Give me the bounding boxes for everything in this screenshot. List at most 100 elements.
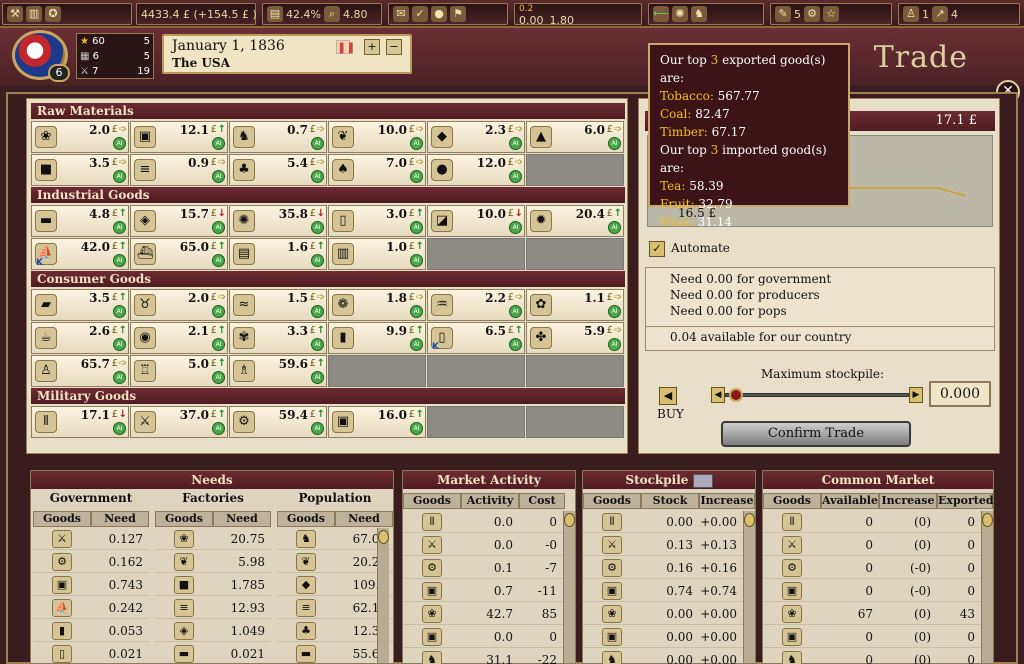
speed-up-button[interactable]: + — [364, 39, 380, 55]
table-row[interactable]: ⚔ 0.0 -0 — [403, 534, 563, 556]
good-cell[interactable]: ⚙ 59.4 £ ↑ AI — [229, 406, 327, 438]
ai-control-icon[interactable]: AI — [410, 254, 423, 267]
ai-control-icon[interactable]: AI — [509, 137, 522, 150]
good-cell[interactable]: ≈1.5 £ ➩ AI — [229, 289, 327, 321]
star-outline-icon[interactable]: ☆ — [823, 6, 839, 22]
table-row[interactable]: ♞ 0.00 +0.00 — [583, 649, 743, 664]
scroll-thumb[interactable] — [378, 530, 389, 544]
stop-icon[interactable]: ● — [431, 6, 447, 22]
politics-icon[interactable]: ✪ — [45, 6, 61, 22]
col-exported[interactable]: Exported — [937, 493, 994, 509]
ai-control-icon[interactable]: AI — [608, 305, 621, 318]
good-cell[interactable]: ✤ 5.9 £ ➩ AI — [526, 322, 624, 354]
good-cell[interactable]: ♖ 5.0 £ ↑ AI — [130, 355, 228, 387]
ai-control-icon[interactable]: AI — [113, 422, 126, 435]
table-row[interactable]: ⚙ 0.1 -7 — [403, 557, 563, 579]
goods-icon[interactable]: ✺ — [672, 6, 688, 22]
ai-control-icon[interactable]: AI — [212, 221, 225, 234]
table-row[interactable]: ❀ 67 (0) 43 — [763, 603, 981, 625]
ai-control-icon[interactable]: AI — [509, 170, 522, 183]
good-cell[interactable]: ◉ 2.1 £ ↑ AI — [130, 322, 228, 354]
check-icon[interactable]: ✓ — [412, 6, 428, 22]
menu-buttons[interactable]: ⚒ ▥ ✪ — [2, 3, 132, 25]
scrollbar[interactable] — [377, 528, 389, 663]
good-cell[interactable]: ✺ 35.8 £ ↓ AI — [229, 205, 327, 237]
table-row[interactable]: ♞ 31.1 -22 — [403, 649, 563, 664]
ai-control-icon[interactable]: AI — [509, 305, 522, 318]
ai-control-icon[interactable]: AI — [608, 137, 621, 150]
good-cell[interactable]: ▯ 3.0 £ ↑ AI — [328, 205, 426, 237]
good-cell[interactable]: ♉ 2.0 £ ➩ AI — [130, 289, 228, 321]
ai-control-icon[interactable]: AI — [212, 371, 225, 384]
scrollbar[interactable] — [563, 511, 575, 663]
automate-checkbox[interactable]: ✓ — [649, 241, 665, 257]
good-cell[interactable]: ⛵ 42.0 £ ↑ AI K — [31, 238, 129, 270]
col-increase[interactable]: Increase — [699, 493, 755, 509]
good-cell[interactable]: ▯ 6.5 £ ↑ AI K — [427, 322, 525, 354]
table-row[interactable]: ◆ 109.2 — [277, 574, 393, 596]
good-cell[interactable]: ⚔ 37.0 £ ↑ AI — [130, 406, 228, 438]
ai-control-icon[interactable]: AI — [509, 338, 522, 351]
table-row[interactable]: ⛵ 0.242 — [33, 597, 149, 619]
table-row[interactable]: ▯ 0.021 — [33, 643, 149, 664]
table-row[interactable]: ❀ 20.75 — [155, 528, 271, 550]
ai-control-icon[interactable]: AI — [311, 137, 324, 150]
speed-down-button[interactable]: − — [386, 39, 402, 55]
ai-control-icon[interactable]: AI — [311, 422, 324, 435]
good-cell[interactable]: ♣ 5.4 £ ➩ AI — [229, 154, 327, 186]
ai-control-icon[interactable]: AI — [410, 305, 423, 318]
table-row[interactable]: ▣ 0.0 0 — [403, 626, 563, 648]
ai-control-icon[interactable]: AI — [212, 137, 225, 150]
table-row[interactable]: ⚔ 0 (0) 0 — [763, 534, 981, 556]
good-cell[interactable]: ▲ 6.0 £ ➩ AI — [526, 121, 624, 153]
production-icon[interactable]: ⚒ — [7, 6, 23, 22]
col-stock[interactable]: Stock — [641, 493, 699, 509]
slider-left-arrow-icon[interactable]: ◀ — [711, 387, 725, 403]
col-goods[interactable]: Goods — [33, 511, 91, 527]
ai-control-icon[interactable]: AI — [113, 221, 126, 234]
good-cell[interactable]: ◪ 10.0 £ ↓ AI — [427, 205, 525, 237]
col-cost[interactable]: Cost — [519, 493, 565, 509]
col-goods[interactable]: Goods — [277, 511, 335, 527]
table-row[interactable]: ♣ 12.39 — [277, 620, 393, 642]
good-cell[interactable]: ✾ 3.3 £ ↑ AI — [229, 322, 327, 354]
good-cell[interactable]: ▥ 1.0 £ ↑ AI — [328, 238, 426, 270]
ai-control-icon[interactable]: AI — [311, 221, 324, 234]
good-cell[interactable]: ♠ 7.0 £ ➩ AI — [328, 154, 426, 186]
slider-track[interactable] — [725, 393, 909, 397]
table-row[interactable]: ≡ 62.17 — [277, 597, 393, 619]
good-cell[interactable]: ● 12.0 £ ➩ AI — [427, 154, 525, 186]
good-cell[interactable]: ▬ 4.8 £ ↑ AI — [31, 205, 129, 237]
ai-control-icon[interactable]: AI — [212, 254, 225, 267]
mobilize-display[interactable]: ♙ 1 ↗ 4 — [898, 3, 1020, 25]
ai-control-icon[interactable]: AI — [212, 305, 225, 318]
table-row[interactable]: ⚔ 0.127 — [33, 528, 149, 550]
ai-control-icon[interactable]: AI — [410, 422, 423, 435]
good-cell[interactable]: ☕ 2.6 £ ↑ AI — [31, 322, 129, 354]
ai-control-icon[interactable]: AI — [311, 170, 324, 183]
good-cell[interactable]: ♙ 65.7 £ ➩ AI — [31, 355, 129, 387]
confirm-trade-button[interactable]: Confirm Trade — [721, 421, 911, 447]
ai-control-icon[interactable]: AI — [212, 338, 225, 351]
col-goods[interactable]: Goods — [583, 493, 641, 509]
ai-control-icon[interactable]: AI — [113, 170, 126, 183]
table-row[interactable]: ▮ 0.053 — [33, 620, 149, 642]
table-row[interactable]: ⚙ 0 (-0) 0 — [763, 557, 981, 579]
ai-control-icon[interactable]: AI — [410, 170, 423, 183]
table-row[interactable]: ⦀ 0.0 0 — [403, 511, 563, 533]
ai-control-icon[interactable]: AI — [410, 137, 423, 150]
table-row[interactable]: ▣ 0.7 -11 — [403, 580, 563, 602]
good-cell[interactable]: ◆ 2.3 £ ➩ AI — [427, 121, 525, 153]
good-cell[interactable]: ▮ 9.9 £ ↑ AI — [328, 322, 426, 354]
good-cell[interactable]: ▣ 12.1 £ ↑ AI — [130, 121, 228, 153]
ai-control-icon[interactable]: AI — [212, 170, 225, 183]
diplomacy-icon[interactable]: ✉ — [393, 6, 409, 22]
ai-control-icon[interactable]: AI — [113, 371, 126, 384]
table-row[interactable]: ◈ 1.049 — [155, 620, 271, 642]
table-row[interactable]: ♞ 0 (0) 0 — [763, 649, 981, 664]
table-row[interactable]: ⚔ 0.13 +0.13 — [583, 534, 743, 556]
good-cell[interactable]: ♒ 2.2 £ ➩ AI — [427, 289, 525, 321]
table-row[interactable]: ▣ 0.74 +0.74 — [583, 580, 743, 602]
good-cell[interactable]: ⦀ 17.1 £ ↓ AI — [31, 406, 129, 438]
col-goods[interactable]: Goods — [155, 511, 213, 527]
